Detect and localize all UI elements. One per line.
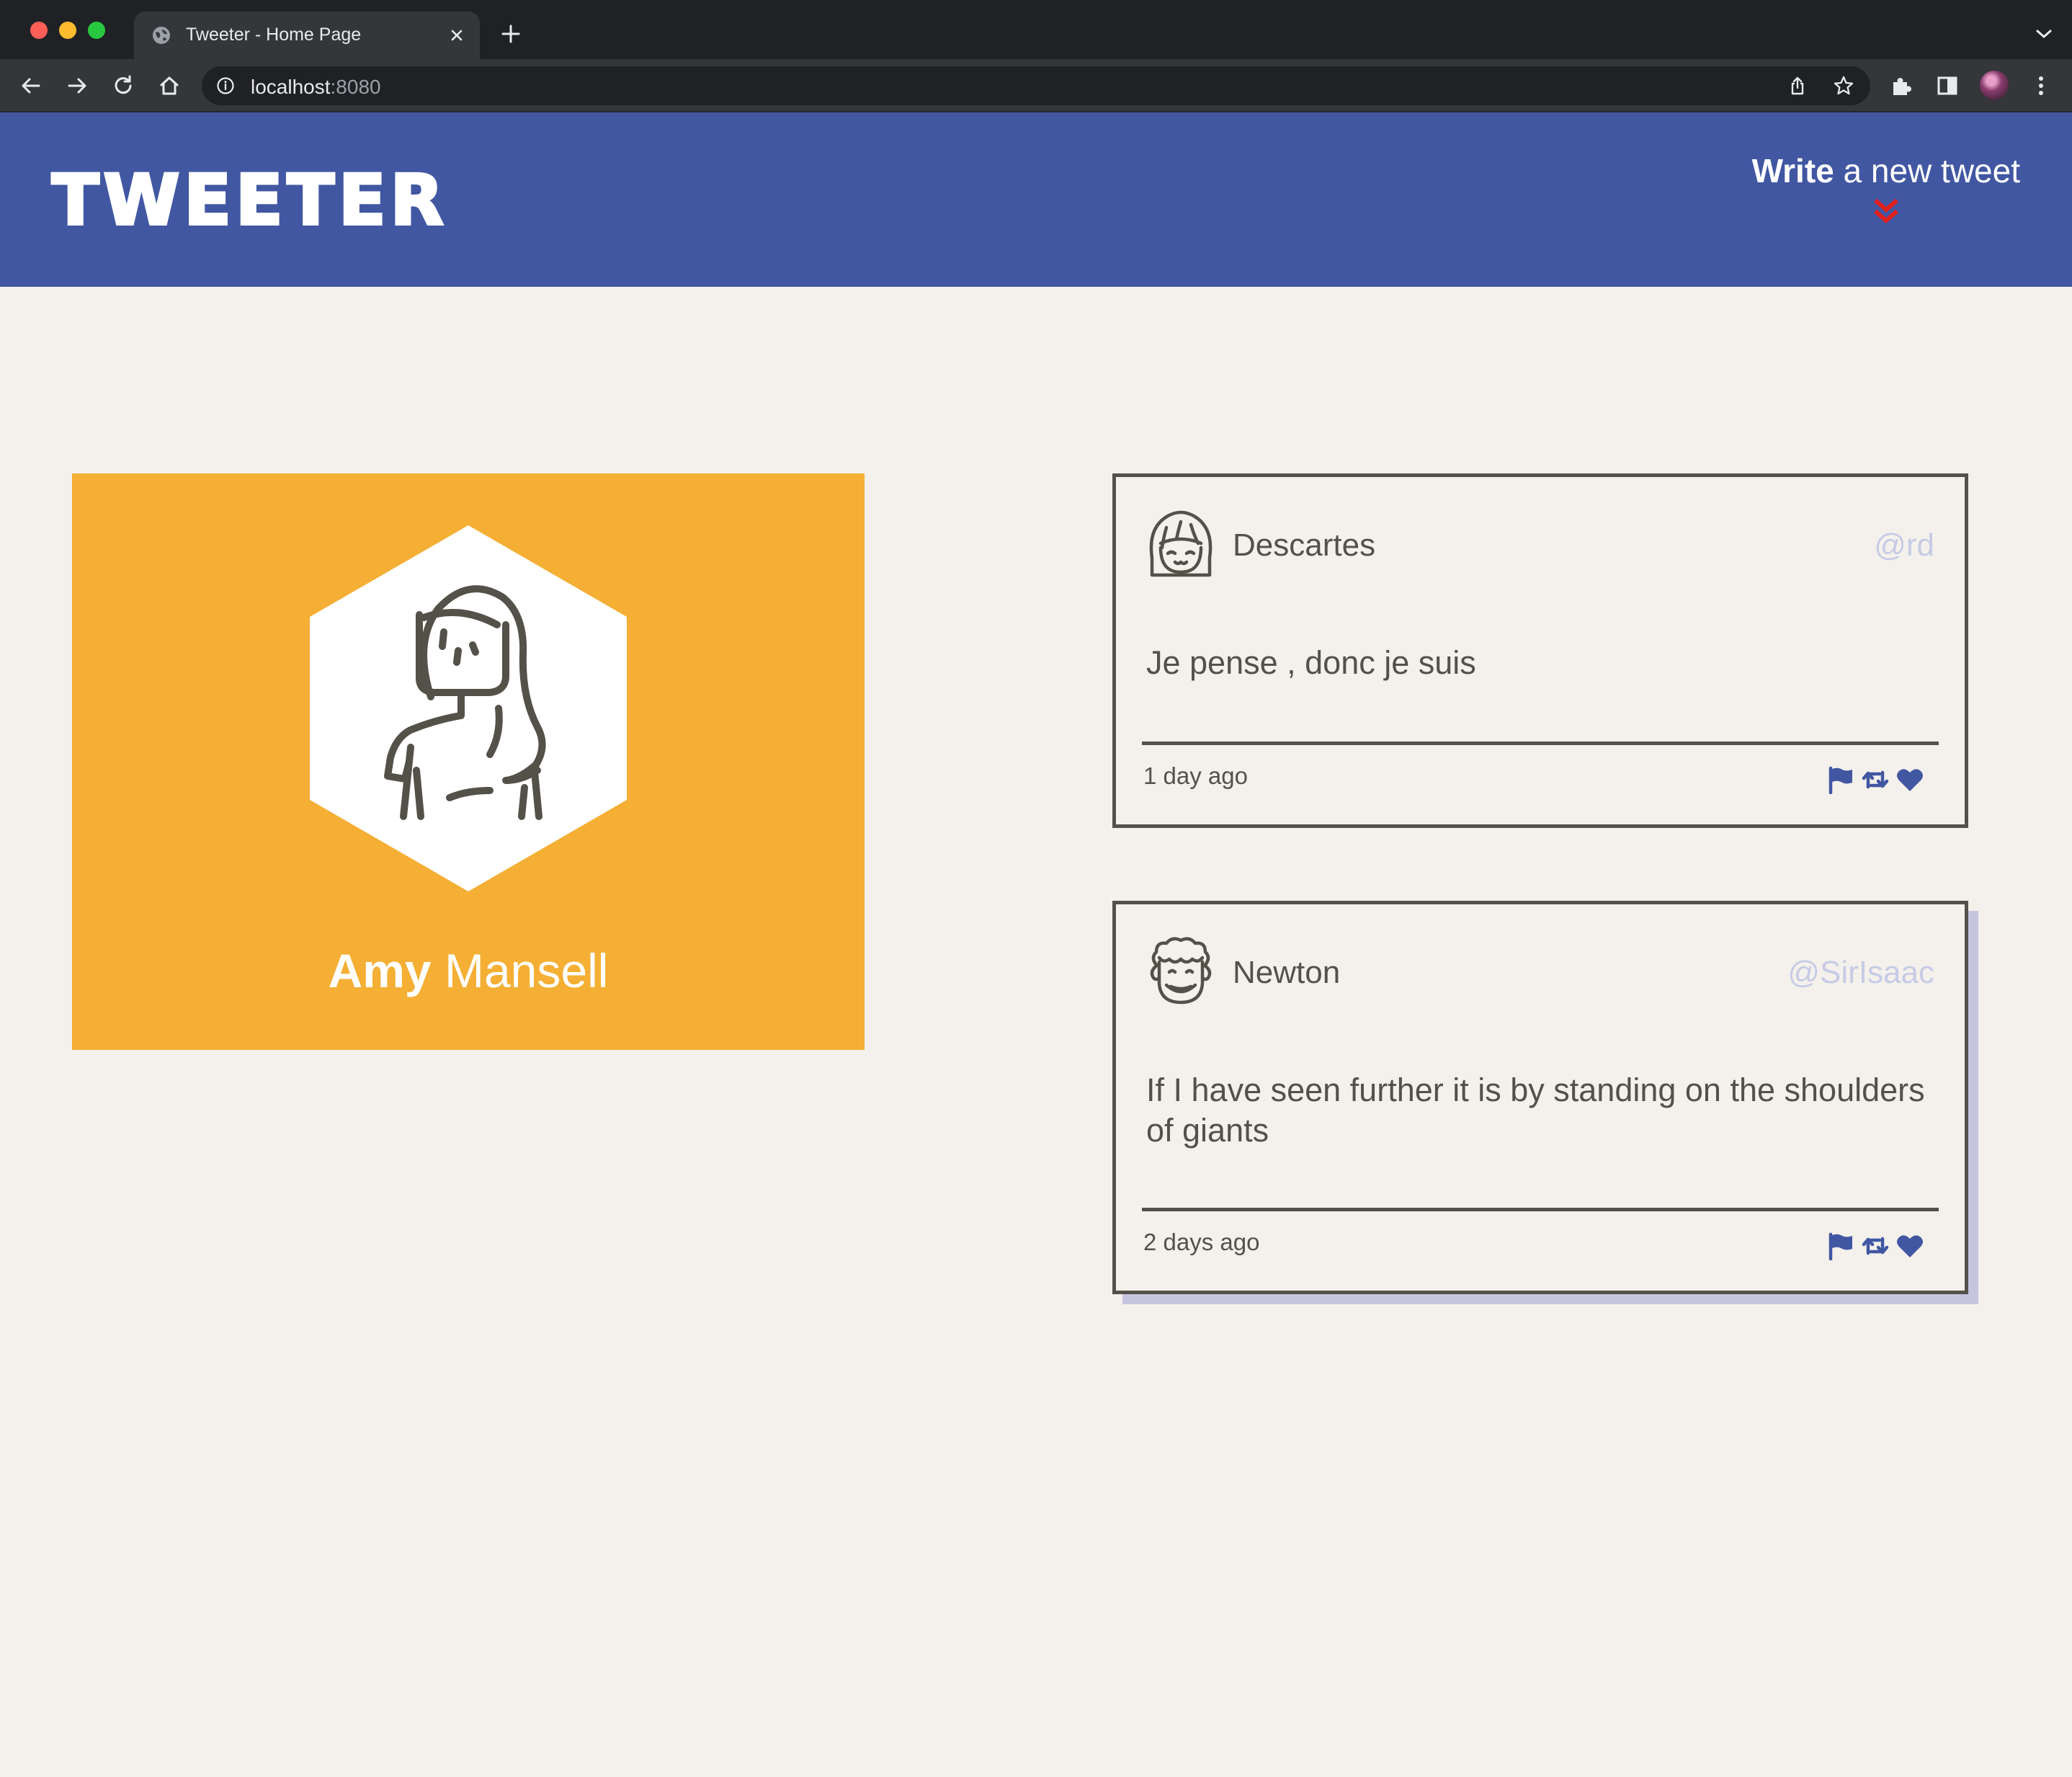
close-icon[interactable] <box>447 25 467 45</box>
tweet-actions <box>1826 1232 1927 1260</box>
write-tweet-toggle[interactable]: Write a new tweet <box>1752 151 2020 226</box>
url-text: localhost:8080 <box>251 76 381 98</box>
retweet-icon[interactable] <box>1861 765 1890 794</box>
heart-icon[interactable] <box>1895 765 1924 794</box>
more-icon[interactable] <box>2029 74 2053 98</box>
back-icon[interactable] <box>19 74 43 98</box>
compose-label[interactable]: Write a new tweet <box>1752 151 2020 190</box>
profile-name: Amy Mansell <box>328 944 609 997</box>
share-icon[interactable] <box>1787 75 1808 97</box>
browser-toolbar: localhost:8080 <box>0 59 2072 112</box>
tweet-card[interactable]: Newton @SirIsaac If I have seen further … <box>1112 901 1968 1294</box>
flag-icon[interactable] <box>1826 1232 1855 1260</box>
tweet-actions <box>1826 765 1927 794</box>
info-icon[interactable] <box>216 76 235 95</box>
window-maximize-button[interactable] <box>88 22 105 39</box>
tweet-handle: @rd <box>1874 527 1934 563</box>
forward-icon[interactable] <box>65 74 89 98</box>
tweet-text: Je pense , donc je suis <box>1146 644 1476 681</box>
tweet-text: If I have seen further it is by standing… <box>1146 1072 1925 1149</box>
top-nav: TWEETER Write a new tweet <box>0 112 2072 287</box>
puzzle-icon[interactable] <box>1889 74 1914 98</box>
user-avatar <box>310 525 627 891</box>
browser-tab[interactable]: Tweeter - Home Page <box>134 12 480 59</box>
tweet-author-name: Descartes <box>1233 527 1376 563</box>
chevron-double-down-icon[interactable] <box>1871 196 1901 226</box>
home-icon[interactable] <box>157 74 182 98</box>
logo: TWEETER <box>50 160 448 241</box>
window-close-button[interactable] <box>30 22 48 39</box>
avatar-curly-hair-icon <box>1150 937 1212 1005</box>
new-tab-icon[interactable] <box>500 23 522 45</box>
tweet-timestamp: 1 day ago <box>1143 762 1248 789</box>
window-minimize-button[interactable] <box>59 22 76 39</box>
retweet-icon[interactable] <box>1861 1232 1890 1260</box>
tab-title: Tweeter - Home Page <box>186 25 362 45</box>
tweet-author-name: Newton <box>1233 955 1341 990</box>
side-panel-icon[interactable] <box>1935 74 1960 98</box>
browser-tab-bar: Tweeter - Home Page <box>0 0 2072 59</box>
star-icon[interactable] <box>1833 75 1854 97</box>
tweet-divider <box>1142 741 1939 745</box>
tweet-handle: @SirIsaac <box>1787 955 1934 990</box>
chevron-down-icon[interactable] <box>2035 27 2053 40</box>
reload-icon[interactable] <box>111 74 135 98</box>
avatar-girl-icon <box>1149 510 1213 577</box>
user-profile-card: Amy Mansell <box>72 473 865 1050</box>
globe-icon <box>153 27 170 44</box>
address-bar[interactable]: localhost:8080 <box>202 66 1870 105</box>
tweet-timestamp: 2 days ago <box>1143 1229 1260 1255</box>
flag-icon[interactable] <box>1826 765 1855 794</box>
profile-avatar[interactable] <box>1980 71 2009 99</box>
tweet-divider <box>1142 1208 1939 1211</box>
heart-icon[interactable] <box>1895 1232 1924 1260</box>
tweet-card: Descartes @rd Je pense , donc je suis 1 … <box>1112 473 1968 828</box>
